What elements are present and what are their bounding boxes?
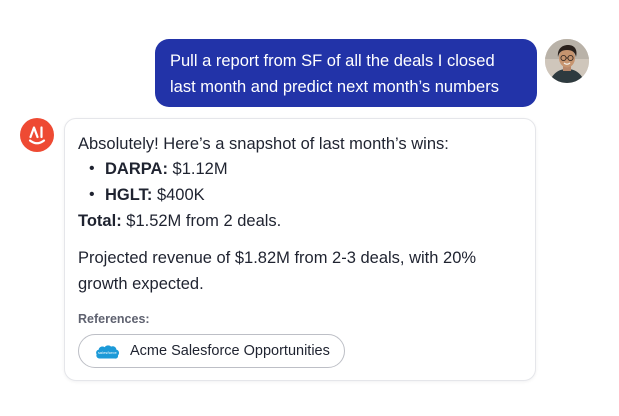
deal-name: DARPA:	[105, 160, 168, 178]
reference-chip-salesforce[interactable]: salesforce Acme Salesforce Opportunities	[78, 334, 345, 368]
reference-chip-label: Acme Salesforce Opportunities	[130, 343, 330, 359]
salesforce-cloud-icon: salesforce	[96, 344, 120, 359]
assistant-logo-icon	[28, 126, 46, 145]
references-label: References:	[78, 312, 150, 326]
user-message-line: last month and predict next month’s numb…	[170, 78, 499, 96]
projection-text: growth expected.	[78, 275, 204, 293]
projection-text: Projected revenue of $1.82M from 2-3 dea…	[78, 249, 477, 267]
total-summary: Total: $1.52M from 2 deals.	[78, 209, 281, 233]
bullet-marker: •	[89, 186, 95, 203]
user-photo-icon	[545, 39, 589, 83]
deal-value: $400K	[152, 186, 205, 204]
deal-item-hglt: HGLT: $400K	[105, 183, 205, 207]
assistant-intro-text: Absolutely! Here’s a snapshot of last mo…	[78, 135, 449, 153]
salesforce-logo-text: salesforce	[98, 351, 117, 355]
assistant-message-card: Absolutely! Here’s a snapshot of last mo…	[64, 118, 536, 381]
bullet-marker: •	[89, 160, 95, 177]
user-message-line: Pull a report from SF of all the deals I…	[170, 52, 495, 70]
total-value: $1.52M from 2 deals.	[121, 212, 282, 230]
assistant-avatar	[20, 118, 54, 152]
deal-value: $1.12M	[167, 160, 228, 178]
user-message-bubble: Pull a report from SF of all the deals I…	[155, 39, 537, 107]
deal-name: HGLT:	[105, 186, 153, 204]
total-label: Total:	[78, 212, 122, 230]
chat-thread: Pull a report from SF of all the deals I…	[0, 0, 619, 416]
user-avatar[interactable]	[545, 39, 589, 83]
deal-item-darpa: DARPA: $1.12M	[105, 157, 228, 181]
